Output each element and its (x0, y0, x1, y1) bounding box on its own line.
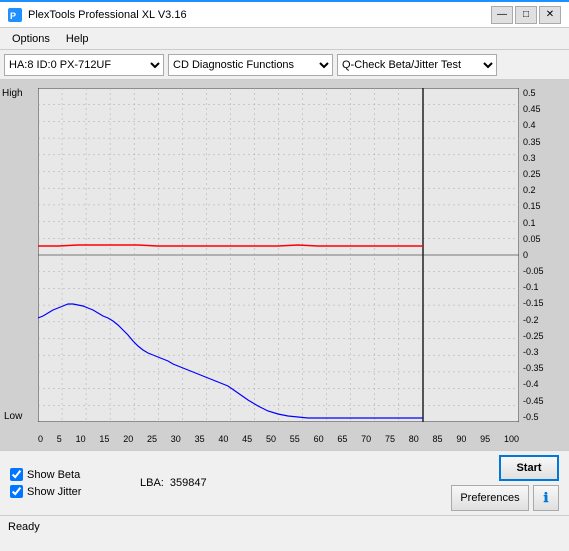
start-button[interactable]: Start (499, 455, 559, 481)
status-bar: Ready (0, 515, 569, 537)
show-jitter-checkbox[interactable] (10, 485, 23, 498)
device-dropdown[interactable]: HA:8 ID:0 PX-712UF (4, 54, 164, 76)
y-axis-labels: 0.5 0.45 0.4 0.35 0.3 0.25 0.2 0.15 0.1 … (523, 88, 567, 422)
menu-options[interactable]: Options (4, 31, 58, 47)
menu-help[interactable]: Help (58, 31, 97, 47)
show-beta-checkbox[interactable] (10, 468, 23, 481)
info-button[interactable]: ℹ (533, 485, 559, 511)
toolbar: HA:8 ID:0 PX-712UF CD Diagnostic Functio… (0, 50, 569, 80)
minimize-button[interactable]: — (491, 6, 513, 24)
lba-section: LBA: 359847 (140, 477, 207, 489)
function-dropdown[interactable]: CD Diagnostic Functions (168, 54, 333, 76)
x-axis-labels: 0 5 10 15 20 25 30 35 40 45 50 55 60 65 … (38, 434, 519, 444)
close-button[interactable]: ✕ (539, 6, 561, 24)
title-bar: P PlexTools Professional XL V3.16 — □ ✕ (0, 0, 569, 28)
test-dropdown[interactable]: Q-Check Beta/Jitter Test (337, 54, 497, 76)
window-title: PlexTools Professional XL V3.16 (28, 9, 187, 21)
chart-label-low: Low (4, 411, 22, 422)
status-text: Ready (8, 521, 40, 533)
lba-value: 359847 (170, 477, 207, 489)
right-buttons: Start Preferencesℹ (451, 455, 559, 511)
svg-text:P: P (10, 11, 16, 21)
checkbox-group: Show Beta Show Jitter (10, 468, 130, 498)
preferences-button[interactable]: Preferences (451, 485, 529, 511)
show-beta-label: Show Beta (27, 469, 80, 481)
app-icon: P (8, 8, 22, 22)
chart-svg (38, 88, 519, 422)
show-beta-row: Show Beta (10, 468, 130, 481)
maximize-button[interactable]: □ (515, 6, 537, 24)
chart-area: High Low 0.5 0.45 0.4 0.35 0.3 0.25 0.2 … (0, 80, 569, 450)
lba-label: LBA: (140, 477, 164, 489)
show-jitter-label: Show Jitter (27, 486, 81, 498)
chart-label-high: High (2, 88, 23, 99)
bottom-panel: Show Beta Show Jitter LBA: 359847 Start P… (0, 450, 569, 515)
menu-bar: Options Help (0, 28, 569, 50)
show-jitter-row: Show Jitter (10, 485, 130, 498)
